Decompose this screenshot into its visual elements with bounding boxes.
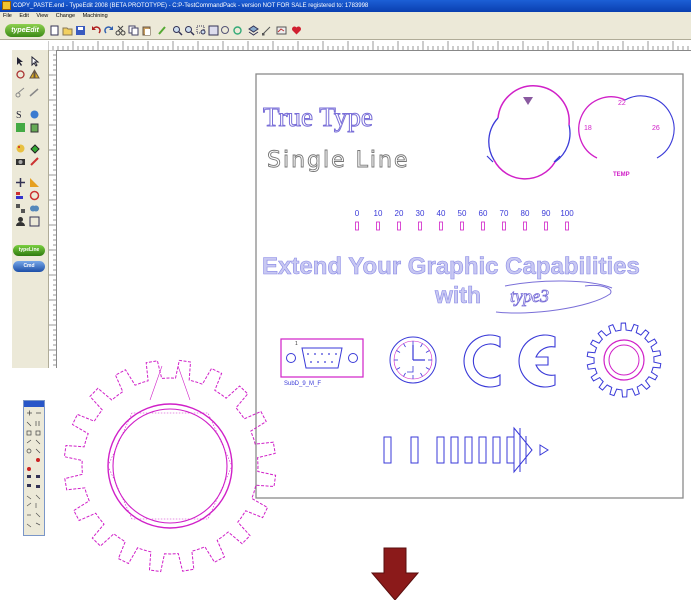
scale-number: 100 bbox=[560, 209, 574, 218]
scale-number: 60 bbox=[479, 209, 488, 218]
scale-number: 70 bbox=[500, 209, 509, 218]
scale-number: 10 bbox=[374, 209, 383, 218]
drawing-canvas[interactable]: True Type Single Line 22 18 26 TEMP 0 10 2… bbox=[0, 0, 691, 600]
scale-number: 50 bbox=[458, 209, 467, 218]
scale-number: 80 bbox=[521, 209, 530, 218]
type3-logo-text: type3 bbox=[510, 286, 549, 306]
connector-label: SubD_9_M_F bbox=[284, 381, 321, 387]
true-type-text: True Type bbox=[263, 102, 373, 132]
magnified-gear-graphic bbox=[63, 359, 277, 573]
with-text: with bbox=[434, 282, 481, 308]
connector-pin-label: 1 bbox=[295, 341, 298, 347]
scale-number: 20 bbox=[395, 209, 404, 218]
clock-graphic bbox=[389, 336, 437, 384]
single-line-text: Single Line bbox=[267, 148, 409, 173]
gauge-label-26: 26 bbox=[652, 125, 660, 132]
scale-number: 90 bbox=[542, 209, 551, 218]
scale-number: 30 bbox=[416, 209, 425, 218]
scale-number: 40 bbox=[437, 209, 446, 218]
gauge-label-18: 18 bbox=[584, 125, 592, 132]
extend-capabilities-text: Extend Your Graphic Capabilities bbox=[262, 253, 640, 280]
down-arrow-icon bbox=[370, 547, 420, 600]
gauge-label-22: 22 bbox=[618, 100, 626, 107]
temp-label: TEMP bbox=[613, 172, 630, 178]
scale-number: 0 bbox=[355, 209, 360, 218]
